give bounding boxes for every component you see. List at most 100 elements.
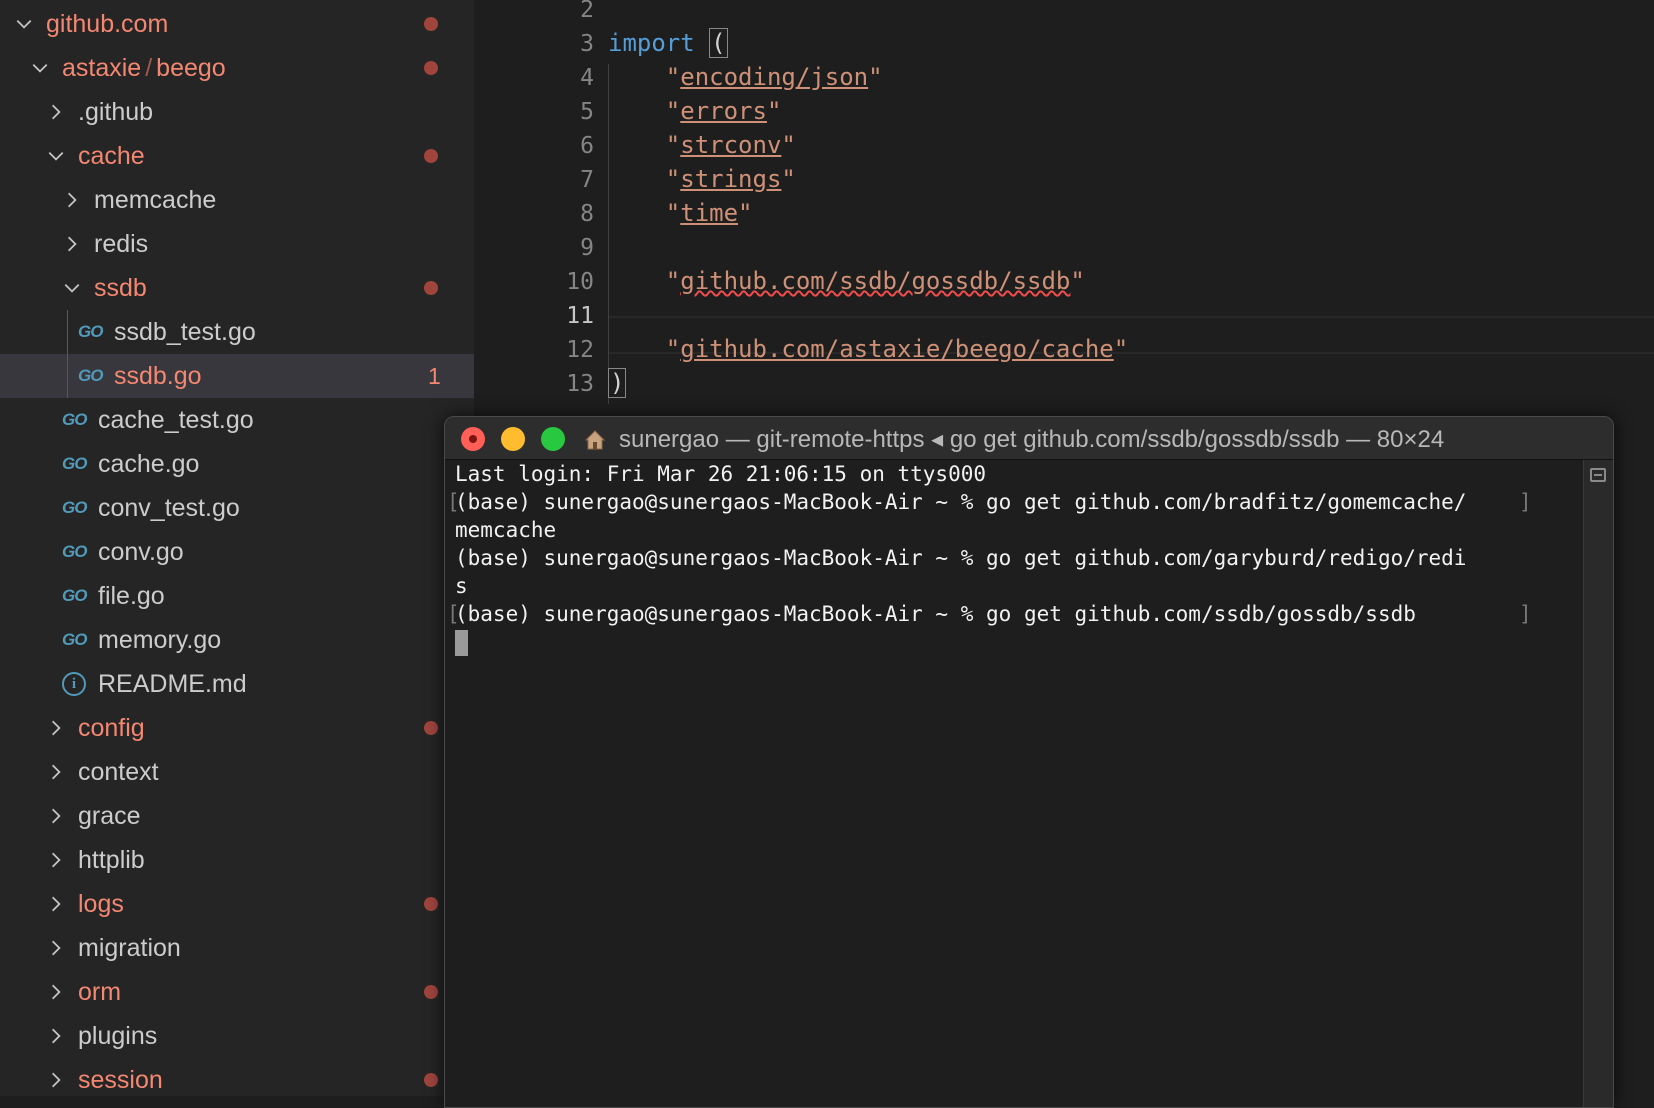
explorer-item[interactable]: GO conv.go [0, 530, 474, 574]
explorer-item-label: ssdb.go [114, 361, 202, 390]
chevron-right-icon[interactable] [46, 850, 66, 870]
close-window-button[interactable] [461, 427, 485, 451]
line-number: 6 [580, 133, 594, 159]
modified-dot-icon [424, 721, 438, 735]
path-separator: / [145, 53, 153, 82]
chevron-right-icon[interactable] [46, 102, 66, 122]
chevron-right-icon[interactable] [46, 1026, 66, 1046]
minimize-window-button[interactable] [501, 427, 525, 451]
line-number: 11 [566, 303, 594, 329]
import-path[interactable]: time [680, 199, 738, 227]
import-path[interactable]: encoding/json [680, 63, 868, 91]
explorer-item[interactable]: httplib [0, 838, 474, 882]
explorer-item[interactable]: config [0, 706, 474, 750]
line-number: 5 [580, 99, 594, 125]
terminal-titlebar[interactable]: sunergao — git-remote-https ◂ go get git… [445, 417, 1613, 460]
line-number: 2 [580, 0, 594, 23]
explorer-item[interactable]: GO ssdb.go 1 [0, 354, 474, 398]
modified-dot-icon [424, 985, 438, 999]
code-line-import-error[interactable]: "github.com/ssdb/gossdb/ssdb" [608, 267, 1085, 295]
open-paren: ( [709, 28, 728, 58]
chevron-right-icon[interactable] [46, 982, 66, 1002]
terminal-title-text: sunergao — git-remote-https ◂ go get git… [619, 426, 1445, 453]
explorer-item[interactable]: ssdb [0, 266, 474, 310]
explorer-item[interactable]: astaxie / beego [0, 46, 474, 90]
chevron-right-icon[interactable] [46, 894, 66, 914]
terminal-mark-close: ] [1519, 602, 1532, 626]
home-icon [584, 429, 606, 449]
explorer-item[interactable]: session [0, 1058, 474, 1096]
explorer-item[interactable]: cache [0, 134, 474, 178]
explorer-item[interactable]: GO file.go [0, 574, 474, 618]
chevron-right-icon[interactable] [46, 806, 66, 826]
chevron-down-icon[interactable] [62, 278, 82, 298]
terminal-line: (base) sunergao@sunergaos-MacBook-Air ~ … [447, 600, 1573, 628]
chevron-down-icon[interactable] [14, 14, 34, 34]
terminal-line-text: (base) sunergao@sunergaos-MacBook-Air ~ … [455, 490, 1467, 514]
terminal-line: (base) sunergao@sunergaos-MacBook-Air ~ … [455, 544, 1573, 572]
modified-dot-icon [424, 281, 438, 295]
terminal-window[interactable]: sunergao — git-remote-https ◂ go get git… [444, 416, 1614, 1108]
code-line-import-path[interactable]: "encoding/json" [608, 63, 883, 91]
explorer-item[interactable]: GO cache_test.go [0, 398, 474, 442]
explorer-item[interactable]: memcache [0, 178, 474, 222]
go-file-icon: GO [62, 454, 87, 473]
keyword-import: import [608, 29, 695, 57]
explorer-item-label: ssdb_test.go [114, 317, 256, 346]
explorer-item[interactable]: GO cache.go [0, 442, 474, 486]
terminal-prompt-line[interactable] [455, 628, 1573, 656]
terminal-line-text: (base) sunergao@sunergaos-MacBook-Air ~ … [455, 546, 1467, 570]
chevron-right-icon[interactable] [46, 762, 66, 782]
chevron-right-icon[interactable] [62, 234, 82, 254]
explorer-item-label: conv_test.go [98, 493, 240, 522]
explorer-item-label: ssdb [94, 273, 147, 302]
import-path[interactable]: strconv [680, 131, 781, 159]
chevron-right-icon[interactable] [62, 190, 82, 210]
code-line-import-local[interactable]: "github.com/astaxie/beego/cache" [608, 335, 1128, 363]
scroll-marks-icon[interactable] [1590, 468, 1606, 482]
explorer-item[interactable]: logs [0, 882, 474, 926]
close-paren: ) [608, 368, 627, 398]
import-path-error[interactable]: github.com/ssdb/gossdb/ssdb [680, 267, 1070, 295]
chevron-down-icon[interactable] [46, 146, 66, 166]
explorer-item[interactable]: .github [0, 90, 474, 134]
code-line-close-paren[interactable]: ) [608, 368, 627, 398]
explorer-item[interactable]: context [0, 750, 474, 794]
explorer-item[interactable]: orm [0, 970, 474, 1014]
explorer-item[interactable]: i README.md [0, 662, 474, 706]
explorer-item-label: file.go [98, 581, 165, 610]
import-path[interactable]: errors [680, 97, 767, 125]
code-line-import-path[interactable]: "strings" [608, 165, 796, 193]
terminal-line: (base) sunergao@sunergaos-MacBook-Air ~ … [447, 488, 1573, 516]
import-path[interactable]: strings [680, 165, 781, 193]
explorer-item-label: cache [78, 141, 145, 170]
zoom-window-button[interactable] [541, 427, 565, 451]
explorer-item-label: httplib [78, 845, 145, 874]
explorer-item[interactable]: GO conv_test.go [0, 486, 474, 530]
code-line-import-path[interactable]: "errors" [608, 97, 782, 125]
code-line-import[interactable]: import ( [608, 28, 728, 58]
explorer-item[interactable]: grace [0, 794, 474, 838]
explorer-item[interactable]: migration [0, 926, 474, 970]
explorer-item[interactable]: plugins [0, 1014, 474, 1058]
terminal-scrollbar[interactable] [1583, 460, 1613, 1107]
explorer-item-label: README.md [98, 669, 247, 698]
explorer-item[interactable]: github.com [0, 2, 474, 46]
explorer-item[interactable]: GO ssdb_test.go [0, 310, 474, 354]
explorer-item-label: redis [94, 229, 149, 258]
chevron-right-icon[interactable] [46, 938, 66, 958]
chevron-right-icon[interactable] [46, 718, 66, 738]
chevron-down-icon[interactable] [30, 58, 50, 78]
code-line-import-path[interactable]: "strconv" [608, 131, 796, 159]
chevron-right-icon[interactable] [46, 1070, 66, 1090]
import-path-local[interactable]: github.com/astaxie/beego/cache [680, 335, 1113, 363]
go-file-icon: GO [62, 586, 87, 605]
explorer-item[interactable]: GO memory.go [0, 618, 474, 662]
go-file-icon: GO [62, 542, 87, 561]
terminal-mark-open: [ [447, 490, 460, 514]
explorer-item-label: config [78, 713, 145, 742]
terminal-title: sunergao — git-remote-https ◂ go get git… [583, 425, 1444, 454]
terminal-output[interactable]: Last login: Fri Mar 26 21:06:15 on ttys0… [445, 460, 1583, 1107]
code-line-import-path[interactable]: "time" [608, 199, 753, 227]
explorer-item[interactable]: redis [0, 222, 474, 266]
